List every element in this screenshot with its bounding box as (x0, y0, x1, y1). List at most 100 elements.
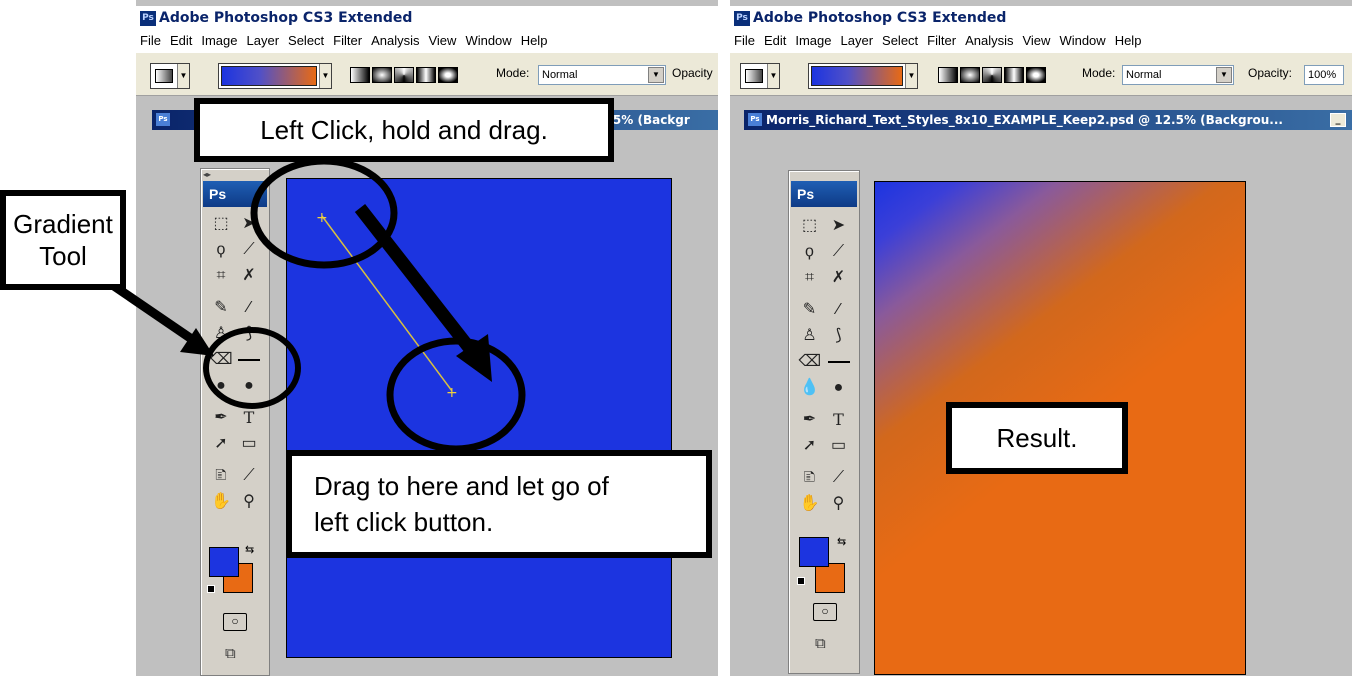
hand-icon[interactable]: ✋ (210, 491, 232, 513)
angle-gradient-button[interactable] (394, 67, 414, 83)
gradient-picker[interactable]: ▼ (808, 63, 918, 89)
menu-layer[interactable]: Layer (841, 33, 874, 48)
magic-wand-icon[interactable]: ⟋ (828, 241, 850, 263)
foreground-color-swatch[interactable] (799, 537, 829, 567)
background-color-swatch[interactable] (815, 563, 845, 593)
screen-mode-icon[interactable]: ⧉ (815, 635, 826, 652)
chevron-down-icon[interactable]: ▼ (319, 64, 331, 88)
menu-select[interactable]: Select (288, 33, 324, 48)
menu-analysis[interactable]: Analysis (965, 33, 1013, 48)
tool-preset-picker[interactable]: ▼ (740, 63, 780, 89)
menu-file[interactable]: File (140, 33, 161, 48)
history-brush-icon[interactable]: ⟆ (828, 325, 850, 347)
menu-edit[interactable]: Edit (764, 33, 786, 48)
angle-gradient-button[interactable] (982, 67, 1002, 83)
diamond-gradient-button[interactable] (438, 67, 458, 83)
marquee-icon[interactable]: ⬚ (799, 215, 821, 237)
brush-icon[interactable]: ∕ (828, 299, 850, 321)
tool-preset-picker[interactable]: ▼ (150, 63, 190, 89)
gradient-picker[interactable]: ▼ (218, 63, 332, 89)
menu-help[interactable]: Help (521, 33, 548, 48)
type-icon[interactable]: T (828, 409, 850, 431)
linear-gradient-button[interactable] (350, 67, 370, 83)
blur-icon[interactable]: 💧 (799, 377, 821, 399)
reflected-gradient-button[interactable] (416, 67, 436, 83)
pen-icon[interactable]: ✒ (210, 407, 232, 429)
menu-filter[interactable]: Filter (333, 33, 362, 48)
panel-grip-icon[interactable]: ◂▸ (203, 170, 211, 179)
chevron-down-icon[interactable]: ▼ (767, 64, 779, 88)
chevron-down-icon[interactable]: ▼ (648, 67, 664, 83)
menu-window[interactable]: Window (1059, 33, 1105, 48)
type-icon[interactable]: T (238, 407, 260, 429)
notes-icon[interactable]: 🗈 (799, 467, 821, 489)
zoom-icon[interactable]: ⚲ (828, 493, 850, 515)
radial-gradient-button[interactable] (372, 67, 392, 83)
crop-icon[interactable]: ⌗ (799, 267, 821, 289)
menu-file[interactable]: File (734, 33, 755, 48)
menu-help[interactable]: Help (1115, 33, 1142, 48)
brush-icon[interactable]: ∕ (238, 297, 260, 319)
menu-window[interactable]: Window (465, 33, 511, 48)
slice-icon[interactable]: ✗ (828, 267, 850, 289)
quick-mask-icon[interactable]: ○ (223, 613, 247, 631)
move-icon[interactable]: ➤ (828, 215, 850, 237)
magic-wand-icon[interactable]: ⟋ (238, 239, 260, 261)
stamp-icon[interactable]: ♙ (799, 325, 821, 347)
quick-mask-icon[interactable]: ○ (813, 603, 837, 621)
foreground-color-swatch[interactable] (209, 547, 239, 577)
shape-icon[interactable]: ▭ (828, 435, 850, 457)
menu-filter[interactable]: Filter (927, 33, 956, 48)
path-select-icon[interactable]: ➚ (799, 435, 821, 457)
healing-icon[interactable]: ✎ (210, 297, 232, 319)
healing-icon[interactable]: ✎ (799, 299, 821, 321)
move-icon[interactable]: ➤ (238, 213, 260, 235)
linear-gradient-button[interactable] (938, 67, 958, 83)
chevron-down-icon[interactable]: ▼ (1216, 67, 1232, 83)
stamp-icon[interactable]: ♙ (210, 323, 232, 345)
default-colors-icon[interactable] (797, 577, 805, 585)
chevron-down-icon[interactable]: ▼ (177, 64, 189, 88)
reflected-gradient-button[interactable] (1004, 67, 1024, 83)
zoom-icon[interactable]: ⚲ (238, 491, 260, 513)
menu-select[interactable]: Select (882, 33, 918, 48)
radial-gradient-button[interactable] (960, 67, 980, 83)
menu-layer[interactable]: Layer (247, 33, 280, 48)
eyedropper-icon[interactable]: ⟋ (828, 467, 850, 489)
swap-colors-icon[interactable]: ⇆ (837, 535, 846, 548)
dodge-icon[interactable]: ● (828, 377, 850, 399)
mode-select[interactable]: Normal ▼ (538, 65, 666, 85)
default-colors-icon[interactable] (207, 585, 215, 593)
mode-select[interactable]: Normal ▼ (1122, 65, 1234, 85)
eraser-icon[interactable]: ⌫ (210, 349, 233, 371)
menu-image[interactable]: Image (795, 33, 831, 48)
gradient-icon[interactable] (238, 359, 260, 361)
history-brush-icon[interactable]: ⟆ (238, 323, 260, 345)
notes-icon[interactable]: 🗈 (210, 465, 232, 487)
crop-icon[interactable]: ⌗ (210, 265, 232, 287)
lasso-icon[interactable]: ϙ (799, 241, 821, 263)
document-canvas[interactable] (286, 178, 672, 658)
marquee-icon[interactable]: ⬚ (210, 213, 232, 235)
eyedropper-icon[interactable]: ⟋ (238, 465, 260, 487)
chevron-down-icon[interactable]: ▼ (905, 64, 917, 88)
swap-colors-icon[interactable]: ⇆ (245, 543, 254, 556)
menu-analysis[interactable]: Analysis (371, 33, 419, 48)
gradient-icon[interactable] (827, 361, 850, 363)
lasso-icon[interactable]: ϙ (210, 239, 232, 261)
path-select-icon[interactable]: ➚ (210, 433, 232, 455)
eraser-icon[interactable]: ⌫ (799, 351, 822, 373)
dodge-icon[interactable]: ● (238, 375, 260, 397)
opacity-field[interactable]: 100% (1304, 65, 1344, 85)
slice-icon[interactable]: ✗ (238, 265, 260, 287)
blur-icon[interactable]: ● (210, 375, 232, 397)
screen-mode-icon[interactable]: ⧉ (225, 645, 236, 662)
minimize-button[interactable]: _ (1330, 113, 1346, 127)
shape-icon[interactable]: ▭ (238, 433, 260, 455)
menu-view[interactable]: View (428, 33, 456, 48)
pen-icon[interactable]: ✒ (799, 409, 821, 431)
hand-icon[interactable]: ✋ (799, 493, 821, 515)
menu-view[interactable]: View (1022, 33, 1050, 48)
menu-edit[interactable]: Edit (170, 33, 192, 48)
menu-image[interactable]: Image (201, 33, 237, 48)
